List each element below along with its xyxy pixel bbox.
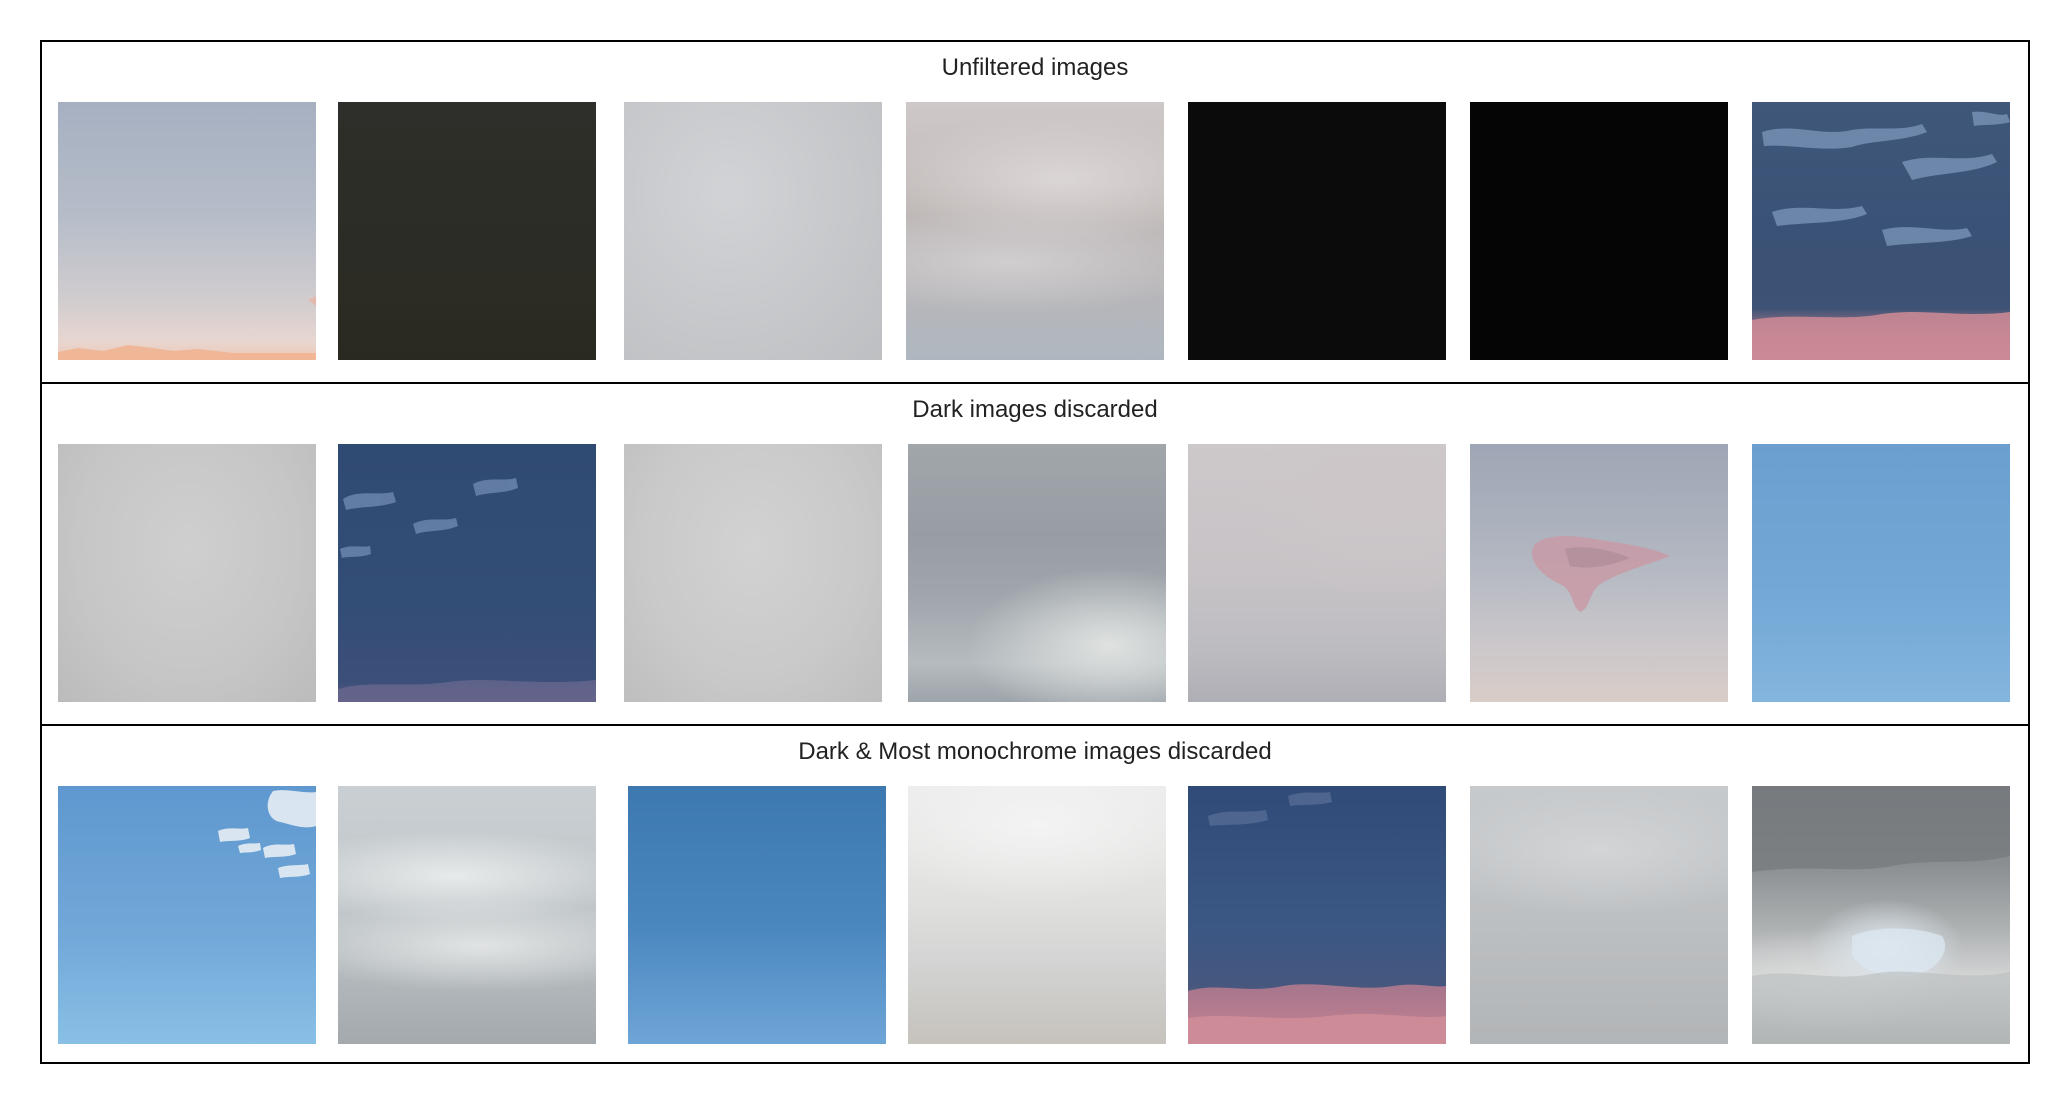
section-unfiltered: Unfiltered images [42,42,2028,382]
section-title: Unfiltered images [941,54,1129,81]
sky-image [1188,444,1446,702]
section-title: Dark images discarded [912,396,1158,423]
sky-image [1188,786,1446,1044]
sky-image [1752,102,2010,360]
sky-image [1752,786,2010,1044]
sky-image [58,786,316,1044]
sky-image [1470,444,1728,702]
sky-image [1470,786,1728,1044]
sky-image [58,102,316,360]
section-dark-discarded: Dark images discarded [42,384,2028,724]
sky-image [58,444,316,702]
sky-image [624,102,882,360]
sky-image [1188,102,1446,360]
sky-image [1752,444,2010,702]
sky-image [338,444,596,702]
figure-frame: Unfiltered images Dark images discarded … [40,40,2030,1064]
sky-image [624,444,882,702]
sky-image [338,102,596,360]
sky-image [1470,102,1728,360]
sky-image [908,786,1166,1044]
sky-image [628,786,886,1044]
section-dark-monochrome-discarded: Dark & Most monochrome images discarded [42,726,2028,1066]
sky-image [338,786,596,1044]
sky-image [906,102,1164,360]
section-title: Dark & Most monochrome images discarded [798,738,1272,765]
sky-image [908,444,1166,702]
